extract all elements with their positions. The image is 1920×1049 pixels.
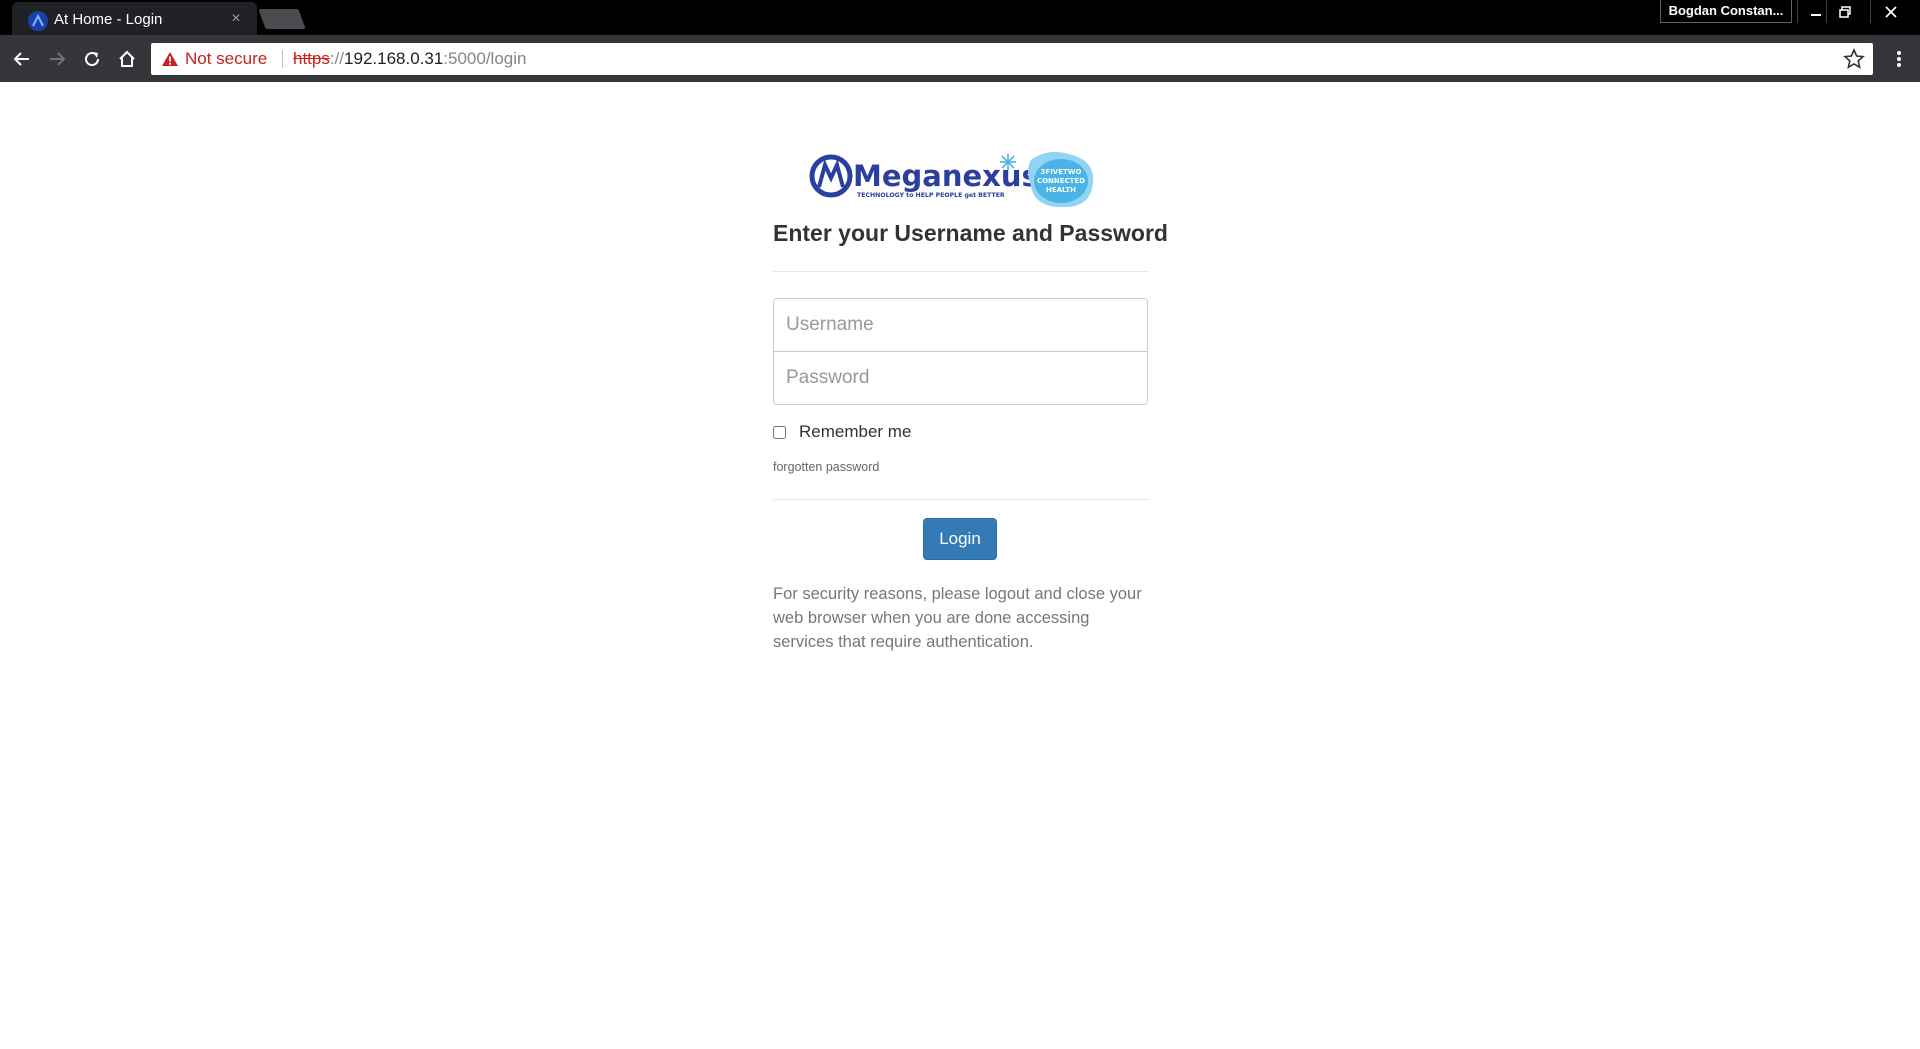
restore-icon bbox=[1838, 5, 1851, 18]
partner-line-3: HEALTH bbox=[1046, 186, 1076, 194]
remember-me[interactable]: Remember me bbox=[773, 422, 911, 442]
bookmark-star-icon[interactable] bbox=[1843, 48, 1865, 70]
tab-close-icon[interactable]: × bbox=[227, 10, 245, 28]
password-input[interactable] bbox=[773, 351, 1148, 405]
kebab-menu-icon bbox=[1897, 51, 1901, 67]
security-notice: For security reasons, please logout and … bbox=[773, 585, 1142, 651]
url-host: 192.168.0.31 bbox=[344, 49, 444, 68]
partner-line-2: CONNECTED bbox=[1037, 177, 1085, 185]
url-divider bbox=[282, 50, 283, 68]
minimize-icon bbox=[1810, 13, 1821, 16]
brand-tagline: TECHNOLOGY to HELP PEOPLE get BETTER bbox=[857, 192, 1005, 199]
reload-button[interactable] bbox=[79, 46, 105, 72]
tab-title: At Home - Login bbox=[54, 11, 163, 28]
home-icon bbox=[119, 50, 135, 67]
restore-button[interactable] bbox=[1826, 0, 1862, 23]
url-path: :5000/login bbox=[443, 49, 527, 68]
connected-health-logo: 3FIVETWO CONNECTED HEALTH bbox=[1028, 152, 1094, 208]
login-button[interactable]: Login bbox=[923, 518, 997, 560]
forgotten-password-link[interactable]: forgotten password bbox=[773, 460, 879, 474]
address-bar[interactable]: Not secure https://192.168.0.31:5000/log… bbox=[151, 43, 1873, 75]
divider bbox=[773, 499, 1148, 500]
login-heading: Enter your Username and Password bbox=[773, 220, 1168, 246]
partner-line-1: 3FIVETWO bbox=[1041, 168, 1082, 176]
url-scheme: https bbox=[293, 49, 330, 68]
browser-titlebar: At Home - Login × Bogdan Constan... bbox=[0, 0, 1920, 35]
back-arrow-icon bbox=[13, 52, 29, 66]
url-separator: :// bbox=[329, 49, 345, 68]
back-button[interactable] bbox=[9, 46, 35, 72]
browser-toolbar: Not secure https://192.168.0.31:5000/log… bbox=[0, 35, 1920, 82]
remember-me-checkbox[interactable] bbox=[773, 425, 786, 439]
divider bbox=[773, 271, 1148, 272]
forward-button[interactable] bbox=[44, 46, 70, 72]
credentials-fields bbox=[773, 298, 1148, 405]
home-button[interactable] bbox=[114, 46, 140, 72]
url-text: https://192.168.0.31:5000/login bbox=[293, 49, 526, 69]
remember-me-label: Remember me bbox=[799, 422, 912, 441]
meganexus-logo: Meganexus TECHNOLOGY to HELP PEOPLE get … bbox=[809, 154, 1039, 199]
profile-button[interactable]: Bogdan Constan... bbox=[1660, 0, 1792, 23]
security-label: Not secure bbox=[185, 49, 268, 68]
browser-menu-button[interactable] bbox=[1886, 46, 1912, 72]
close-window-button[interactable] bbox=[1870, 0, 1910, 23]
logo-group: Meganexus TECHNOLOGY to HELP PEOPLE get … bbox=[809, 152, 1094, 208]
warning-icon bbox=[162, 52, 178, 66]
reload-icon bbox=[85, 52, 100, 67]
browser-tab[interactable]: At Home - Login × bbox=[12, 2, 257, 35]
site-favicon-icon bbox=[28, 11, 48, 31]
page-content: Meganexus TECHNOLOGY to HELP PEOPLE get … bbox=[0, 82, 1920, 1049]
forward-arrow-icon bbox=[50, 52, 66, 66]
username-input[interactable] bbox=[773, 298, 1148, 352]
close-icon bbox=[1884, 5, 1897, 18]
new-tab-button[interactable] bbox=[258, 9, 306, 29]
